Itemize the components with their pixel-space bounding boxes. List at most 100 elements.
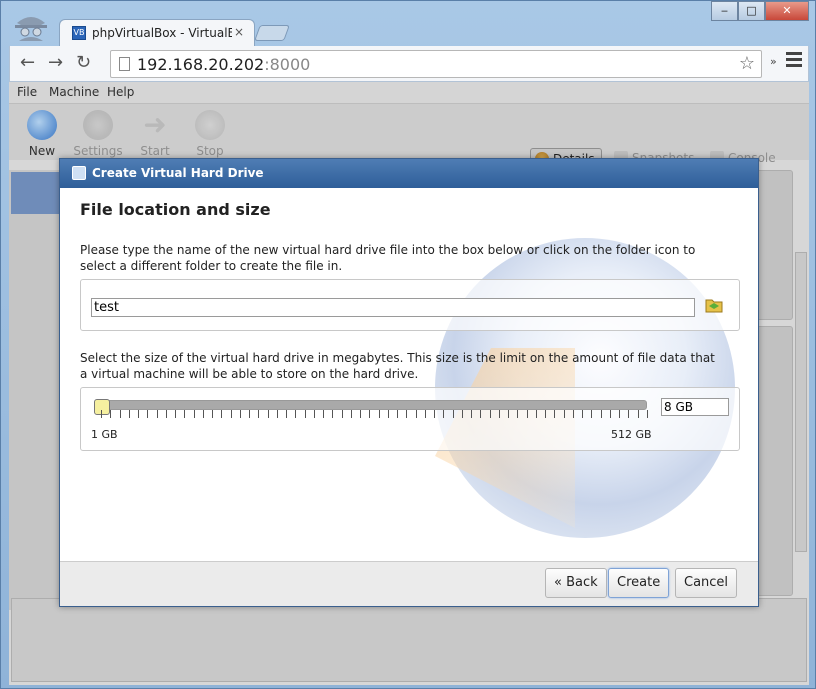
slider-tick — [101, 410, 102, 418]
hard-drive-icon — [72, 166, 86, 180]
file-description: Please type the name of the new virtual … — [80, 243, 696, 273]
slider-tick — [138, 410, 140, 418]
slider-tick — [480, 410, 482, 418]
file-location-box — [80, 279, 740, 331]
slider-tick — [212, 410, 214, 418]
dialog-title: Create Virtual Hard Drive — [92, 166, 264, 180]
slider-max-label: 512 GB — [611, 428, 652, 441]
slider-tick — [452, 410, 454, 418]
dialog-body: File location and size Please type the n… — [60, 188, 758, 563]
slider-tick — [600, 410, 602, 418]
slider-tick — [221, 410, 223, 418]
slider-tick — [526, 410, 528, 418]
slider-tick — [387, 410, 389, 418]
slider-tick — [554, 410, 556, 418]
forward-arrow-icon[interactable]: → — [48, 52, 63, 73]
slider-tick — [535, 410, 537, 418]
size-slider-track[interactable] — [94, 399, 647, 415]
slider-tick — [563, 410, 565, 418]
url-host: 192.168.20.202 — [137, 55, 265, 74]
slider-tick — [156, 410, 158, 418]
slider-tick — [517, 410, 519, 418]
slider-tick — [471, 410, 473, 418]
size-description: Select the size of the virtual hard driv… — [80, 351, 715, 381]
back-arrow-icon[interactable]: ← — [20, 52, 35, 73]
slider-tick — [313, 410, 315, 418]
page-icon — [119, 57, 130, 71]
slider-tick — [637, 410, 639, 418]
slider-tick — [424, 410, 426, 418]
browser-tab[interactable]: VB phpVirtualBox - VirtualBo × — [59, 19, 255, 46]
slider-tick — [443, 410, 445, 418]
slider-tick — [397, 410, 399, 418]
slider-tick — [647, 410, 648, 418]
slider-tick — [230, 410, 232, 418]
slider-tick — [628, 410, 630, 418]
address-bar[interactable]: 192.168.20.202:8000 ☆ — [110, 50, 762, 78]
new-tab-button[interactable] — [254, 25, 290, 41]
chrome-menu-icon[interactable] — [786, 52, 802, 68]
reload-icon[interactable]: ↻ — [76, 52, 91, 73]
slider-tick — [323, 410, 325, 418]
slider-tick — [184, 410, 186, 418]
slider-tick — [369, 410, 371, 418]
slider-tick — [572, 410, 574, 418]
minimize-button[interactable]: ‒ — [711, 1, 738, 21]
slider-ticks — [101, 410, 648, 418]
slider-tick — [147, 410, 149, 418]
slider-tick — [434, 410, 436, 418]
create-virtual-hard-drive-dialog: Create Virtual Hard Drive File location … — [59, 158, 759, 607]
slider-tick — [350, 410, 352, 418]
slider-tick — [360, 410, 362, 418]
slider-tick — [332, 410, 334, 418]
slider-tick — [415, 410, 417, 418]
slider-tick — [295, 410, 297, 418]
slider-tick — [193, 410, 195, 418]
slider-tick — [304, 410, 306, 418]
slider-tick — [619, 410, 621, 418]
slider-tick — [110, 410, 112, 418]
back-button[interactable]: « Back — [545, 568, 607, 598]
extensions-overflow-icon[interactable]: » — [770, 55, 777, 68]
virtualbox-favicon-icon: VB — [72, 26, 86, 40]
browser-titlebar: VB phpVirtualBox - VirtualBo × ‒ □ ✕ — [1, 1, 815, 46]
slider-tick — [249, 410, 251, 418]
url-text[interactable]: 192.168.20.202:8000 — [137, 55, 310, 74]
slider-tick — [609, 410, 611, 418]
tab-close-icon[interactable]: × — [234, 25, 244, 39]
slider-tick — [406, 410, 408, 418]
slider-tick — [341, 410, 343, 418]
page-title: File location and size — [80, 200, 271, 219]
window-controls: ‒ □ ✕ — [711, 1, 809, 21]
browser-window: VB phpVirtualBox - VirtualBo × ‒ □ ✕ ← →… — [0, 0, 816, 689]
slider-tick — [239, 410, 241, 418]
slider-min-label: 1 GB — [91, 428, 118, 441]
dialog-titlebar: Create Virtual Hard Drive — [60, 159, 758, 188]
slider-tick — [461, 410, 463, 418]
slider-tick — [128, 410, 130, 418]
slider-tick — [202, 410, 204, 418]
slider-tick — [286, 410, 288, 418]
url-port: :8000 — [264, 55, 311, 74]
slider-tick — [119, 410, 121, 418]
slider-tick — [258, 410, 260, 418]
tab-title: phpVirtualBox - VirtualBo — [92, 26, 232, 40]
size-input[interactable] — [661, 398, 729, 416]
close-window-button[interactable]: ✕ — [765, 1, 809, 21]
browser-toolbar: ← → ↻ 192.168.20.202:8000 ☆ » — [9, 46, 809, 82]
incognito-icon — [15, 17, 47, 41]
slider-tick — [498, 410, 500, 418]
slider-tick — [591, 410, 593, 418]
slider-tick — [165, 410, 167, 418]
maximize-button[interactable]: □ — [738, 1, 765, 21]
create-button[interactable]: Create — [608, 568, 670, 598]
slider-tick — [276, 410, 278, 418]
file-name-input[interactable] — [91, 298, 695, 317]
cancel-button[interactable]: Cancel — [675, 568, 738, 598]
size-box: 1 GB 512 GB — [80, 387, 740, 451]
slider-tick — [508, 410, 510, 418]
bookmark-star-icon[interactable]: ☆ — [739, 53, 755, 74]
dialog-footer: « Back Create Cancel — [60, 561, 758, 606]
folder-icon[interactable] — [705, 297, 723, 313]
slider-tick — [267, 410, 269, 418]
